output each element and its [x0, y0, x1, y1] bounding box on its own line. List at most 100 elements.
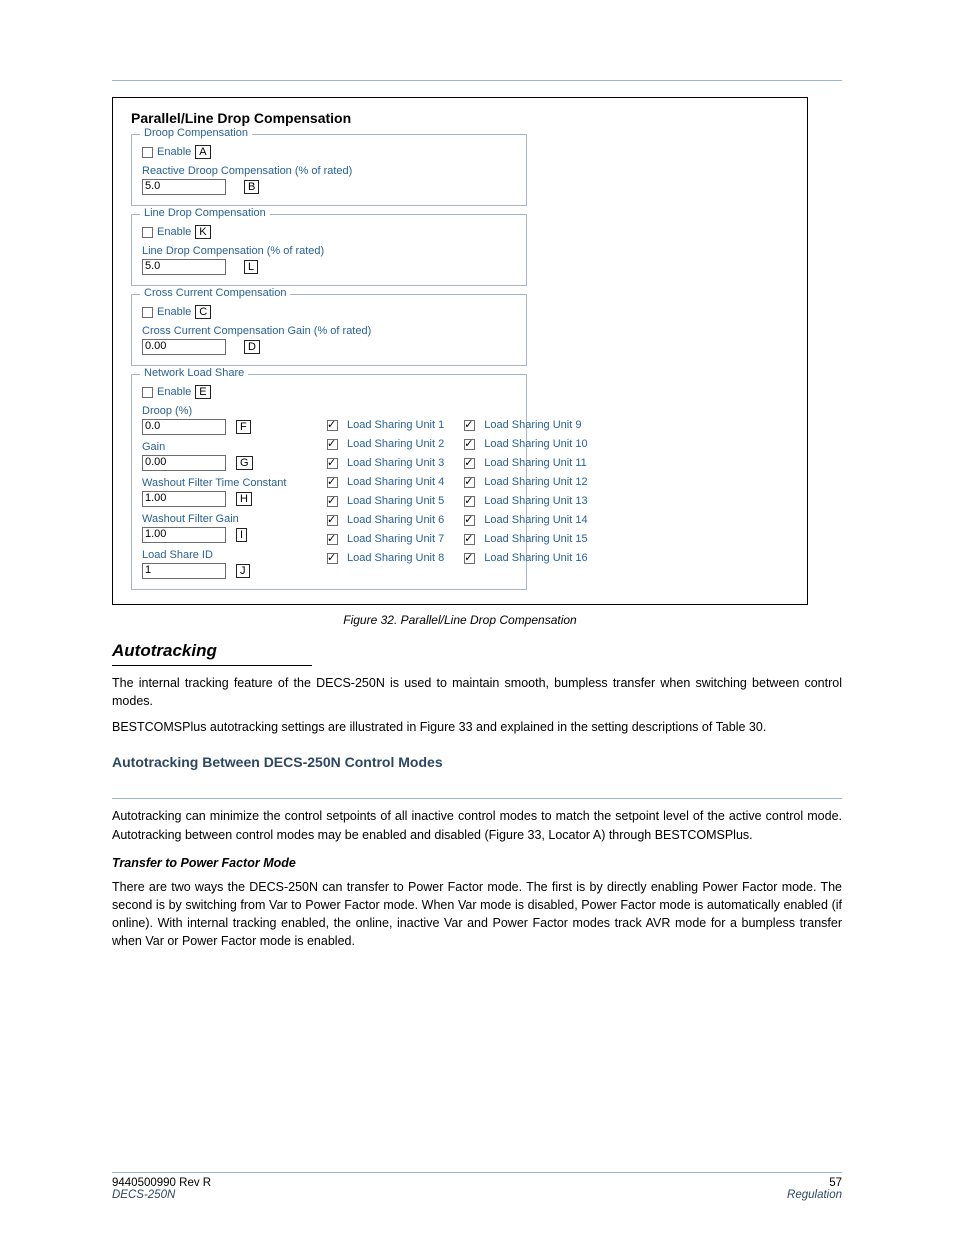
label-cross-enable: Enable — [157, 306, 191, 318]
checkbox-lsu[interactable] — [327, 439, 338, 450]
lsu-item: Load Sharing Unit 2 — [327, 438, 444, 450]
group-linedrop: Line Drop Compensation Enable K Line Dro… — [131, 214, 527, 286]
group-cross: Cross Current Compensation Enable C Cros… — [131, 294, 527, 366]
lsu-label: Load Sharing Unit 1 — [347, 419, 444, 431]
lsu-label: Load Sharing Unit 11 — [484, 457, 587, 469]
input-nls-gain[interactable]: 0.00 — [142, 455, 226, 471]
checkbox-lsu[interactable] — [464, 439, 475, 450]
group-legend-nls: Network Load Share — [140, 367, 248, 379]
checkbox-lsu[interactable] — [327, 553, 338, 564]
checkbox-lsu[interactable] — [464, 515, 475, 526]
checkbox-lsu[interactable] — [464, 477, 475, 488]
input-nls-droop[interactable]: 0.0 — [142, 419, 226, 435]
group-droop: Droop Compensation Enable A Reactive Dro… — [131, 134, 527, 206]
footer-rev: 9440500990 Rev R — [112, 1177, 211, 1189]
label-droop-enable: Enable — [157, 146, 191, 158]
lsu-label: Load Sharing Unit 16 — [484, 552, 587, 564]
paragraph-3: Autotracking can minimize the control se… — [112, 807, 842, 843]
group-legend-droop: Droop Compensation — [140, 127, 252, 139]
footer-brand: DECS-250N — [112, 1189, 175, 1201]
header-rule — [112, 80, 842, 81]
lsu-label: Load Sharing Unit 4 — [347, 476, 444, 488]
lsu-label: Load Sharing Unit 12 — [484, 476, 587, 488]
figure-caption: Figure 32. Parallel/Line Drop Compensati… — [112, 613, 808, 627]
group-legend-linedrop: Line Drop Compensation — [140, 207, 270, 219]
lsu-label: Load Sharing Unit 7 — [347, 533, 444, 545]
lsu-item: Load Sharing Unit 6 — [327, 514, 444, 526]
tag-j: J — [236, 564, 250, 578]
tag-d: D — [244, 340, 260, 354]
lsu-label: Load Sharing Unit 8 — [347, 552, 444, 564]
lsu-item: Load Sharing Unit 5 — [327, 495, 444, 507]
heading-rule — [112, 798, 842, 799]
checkbox-lsu[interactable] — [327, 458, 338, 469]
input-cross-value[interactable]: 0.00 — [142, 339, 226, 355]
checkbox-lsu[interactable] — [464, 458, 475, 469]
input-nls-loadshare-id[interactable]: 1 — [142, 563, 226, 579]
lsu-column-right: Load Sharing Unit 9 Load Sharing Unit 10 L… — [464, 419, 587, 579]
footer-page: 57 — [829, 1177, 842, 1189]
figure-title: Parallel/Line Drop Compensation — [131, 110, 789, 126]
caption-nls-washout-gain: Washout Filter Gain — [142, 513, 307, 525]
label-linedrop-enable: Enable — [157, 226, 191, 238]
checkbox-lsu[interactable] — [327, 515, 338, 526]
paragraph-4: There are two ways the DECS-250N can tra… — [112, 878, 842, 951]
lsu-item: Load Sharing Unit 8 — [327, 552, 444, 564]
checkbox-lsu[interactable] — [327, 496, 338, 507]
tag-b: B — [244, 180, 259, 194]
tag-h: H — [236, 492, 252, 506]
checkbox-droop-enable[interactable] — [142, 147, 153, 158]
lsu-label: Load Sharing Unit 14 — [484, 514, 587, 526]
checkbox-lsu[interactable] — [327, 534, 338, 545]
checkbox-lsu[interactable] — [464, 553, 475, 564]
checkbox-linedrop-enable[interactable] — [142, 227, 153, 238]
heading-internal-tracking: Autotracking Between DECS-250N Control M… — [112, 754, 842, 770]
tag-f: F — [236, 420, 251, 434]
checkbox-lsu[interactable] — [327, 420, 338, 431]
page-footer: 9440500990 Rev R 57 DECS-250N Regulation — [112, 1172, 842, 1201]
lsu-label: Load Sharing Unit 15 — [484, 533, 587, 545]
lsu-item: Load Sharing Unit 16 — [464, 552, 587, 564]
paragraph-1: The internal tracking feature of the DEC… — [112, 674, 842, 710]
tag-i: I — [236, 528, 247, 542]
group-legend-cross: Cross Current Compensation — [140, 287, 290, 299]
lsu-item: Load Sharing Unit 4 — [327, 476, 444, 488]
tag-a: A — [195, 145, 210, 159]
checkbox-lsu[interactable] — [464, 496, 475, 507]
checkbox-lsu[interactable] — [464, 534, 475, 545]
input-nls-washout-tc[interactable]: 1.00 — [142, 491, 226, 507]
input-linedrop-value[interactable]: 5.0 — [142, 259, 226, 275]
tag-e: E — [195, 385, 210, 399]
lsu-item: Load Sharing Unit 14 — [464, 514, 587, 526]
input-droop-value[interactable]: 5.0 — [142, 179, 226, 195]
caption-nls-washout-tc: Washout Filter Time Constant — [142, 477, 307, 489]
lsu-item: Load Sharing Unit 9 — [464, 419, 587, 431]
tag-k: K — [195, 225, 210, 239]
lsu-item: Load Sharing Unit 3 — [327, 457, 444, 469]
lsu-column-left: Load Sharing Unit 1 Load Sharing Unit 2 Lo… — [327, 419, 444, 579]
lsu-item: Load Sharing Unit 7 — [327, 533, 444, 545]
heading-underline — [112, 665, 312, 666]
caption-linedrop: Line Drop Compensation (% of rated) — [142, 245, 516, 257]
lsu-label: Load Sharing Unit 10 — [484, 438, 587, 450]
caption-cross: Cross Current Compensation Gain (% of ra… — [142, 325, 516, 337]
tag-g: G — [236, 456, 253, 470]
lsu-label: Load Sharing Unit 6 — [347, 514, 444, 526]
caption-nls-gain: Gain — [142, 441, 307, 453]
lsu-label: Load Sharing Unit 2 — [347, 438, 444, 450]
heading-autotracking: Autotracking — [112, 641, 842, 661]
lsu-label: Load Sharing Unit 5 — [347, 495, 444, 507]
checkbox-nls-enable[interactable] — [142, 387, 153, 398]
paragraph-2: BESTCOMSPlus autotracking settings are i… — [112, 718, 842, 736]
lsu-label: Load Sharing Unit 9 — [484, 419, 581, 431]
checkbox-lsu[interactable] — [464, 420, 475, 431]
lsu-item: Load Sharing Unit 13 — [464, 495, 587, 507]
input-nls-washout-gain[interactable]: 1.00 — [142, 527, 226, 543]
tag-l: L — [244, 260, 258, 274]
checkbox-lsu[interactable] — [327, 477, 338, 488]
footer-label: Regulation — [787, 1189, 842, 1201]
caption-droop: Reactive Droop Compensation (% of rated) — [142, 165, 516, 177]
lsu-item: Load Sharing Unit 15 — [464, 533, 587, 545]
tag-c: C — [195, 305, 211, 319]
checkbox-cross-enable[interactable] — [142, 307, 153, 318]
